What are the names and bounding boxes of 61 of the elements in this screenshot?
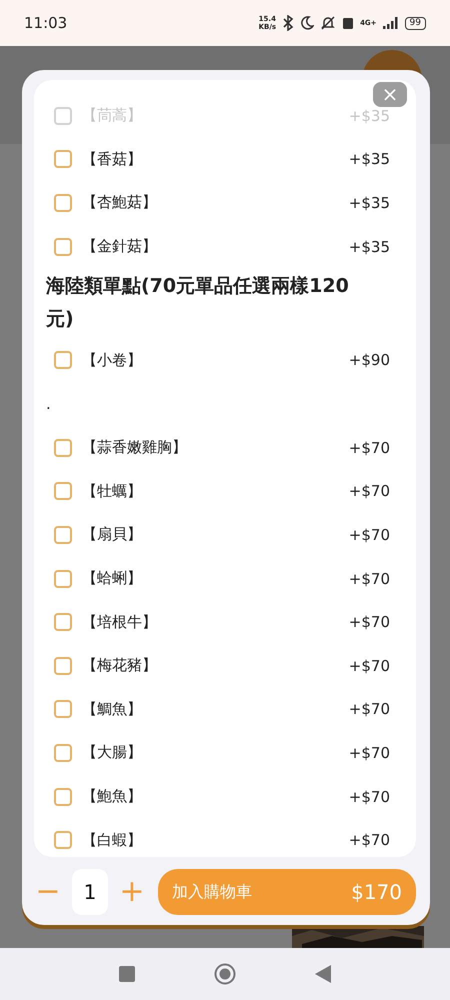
option-price: +$35	[348, 106, 390, 125]
option-label: 【牡蠣】	[82, 482, 143, 501]
option-price: +$70	[348, 482, 390, 500]
option-price: +$70	[348, 438, 390, 457]
moon-icon	[300, 16, 314, 30]
muted-bell-icon	[320, 15, 336, 31]
option-label: 【茼蒿】	[82, 106, 143, 126]
checkbox[interactable]	[54, 150, 72, 168]
option-price: +$90	[348, 351, 390, 370]
option-label: 【白蝦】	[82, 830, 143, 850]
signal-icon	[382, 17, 399, 29]
back-icon[interactable]	[314, 965, 331, 983]
option-price: +$70	[348, 570, 390, 588]
option-price: +$70	[348, 788, 390, 806]
section-heading: 海陸類單點(70元單品任選兩樣120元)	[44, 274, 350, 332]
checkbox[interactable]	[54, 351, 72, 370]
checkbox[interactable]	[54, 438, 72, 457]
checkbox[interactable]	[54, 613, 72, 632]
option-price: +$70	[348, 831, 390, 850]
option-label: 【金針菇】	[82, 237, 158, 256]
clock: 11:03	[24, 14, 68, 32]
checkbox[interactable]	[54, 526, 72, 544]
plus-button[interactable]: +	[118, 877, 146, 907]
quantity-field[interactable]: 1	[72, 869, 108, 915]
minus-button[interactable]: −	[34, 877, 62, 907]
option-price: +$70	[348, 656, 390, 675]
checkbox[interactable]	[54, 831, 72, 850]
option-price: +$70	[348, 744, 390, 762]
checkbox[interactable]	[54, 656, 72, 675]
close-button[interactable]: ×	[373, 82, 407, 107]
sim-card-icon	[342, 16, 354, 30]
recent-apps-icon[interactable]	[119, 966, 136, 982]
battery-level: 99	[404, 16, 426, 30]
option-label: 【鮑魚】	[82, 787, 143, 806]
option-label: 【香菇】	[82, 150, 143, 169]
checkbox[interactable]	[54, 194, 72, 212]
checkbox[interactable]	[54, 482, 72, 500]
add-to-cart-button[interactable]: 加入購物車 $170	[158, 869, 416, 915]
option-label: 【梅花豬】	[82, 656, 158, 676]
option-label: 【杏鮑菇】	[82, 193, 158, 212]
option-label: 【小卷】	[82, 350, 143, 370]
checkbox[interactable]	[54, 570, 72, 588]
note-text: .	[46, 394, 51, 413]
option-label: 【培根牛】	[82, 612, 158, 632]
option-price: +$35	[348, 150, 390, 168]
option-price: +$35	[348, 194, 390, 212]
option-price: +$35	[348, 238, 390, 256]
checkbox[interactable]	[54, 788, 72, 806]
option-label: 【扇貝】	[82, 525, 143, 544]
home-icon[interactable]	[214, 963, 236, 985]
option-price: +$70	[348, 613, 390, 632]
checkbox[interactable]	[54, 744, 72, 762]
option-label: 【鯛魚】	[82, 700, 143, 719]
option-label: 【蛤蜊】	[82, 569, 143, 588]
checkbox[interactable]	[54, 700, 72, 718]
option-label: 【大腸】	[82, 743, 143, 762]
option-price: +$70	[348, 526, 390, 544]
bluetooth-icon	[282, 15, 294, 31]
option-label: 【蒜香嫩雞胸】	[82, 438, 188, 458]
checkbox[interactable]	[54, 238, 72, 256]
option-price: +$70	[348, 700, 390, 718]
